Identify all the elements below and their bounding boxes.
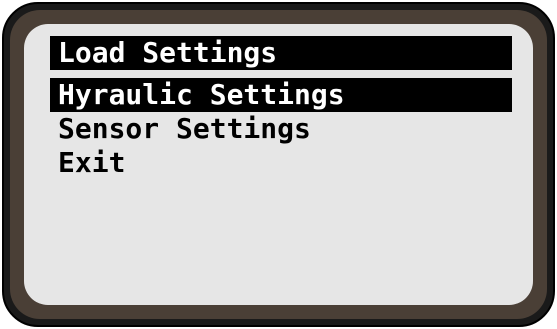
menu-item-sensor-settings[interactable]: Sensor Settings — [50, 112, 512, 146]
menu-item-load-settings[interactable]: Load Settings — [50, 36, 512, 70]
settings-menu: Load Settings Hyraulic Settings Sensor S… — [50, 36, 512, 180]
menu-item-hydraulic-settings[interactable]: Hyraulic Settings — [50, 78, 512, 112]
menu-item-exit[interactable]: Exit — [50, 146, 512, 180]
